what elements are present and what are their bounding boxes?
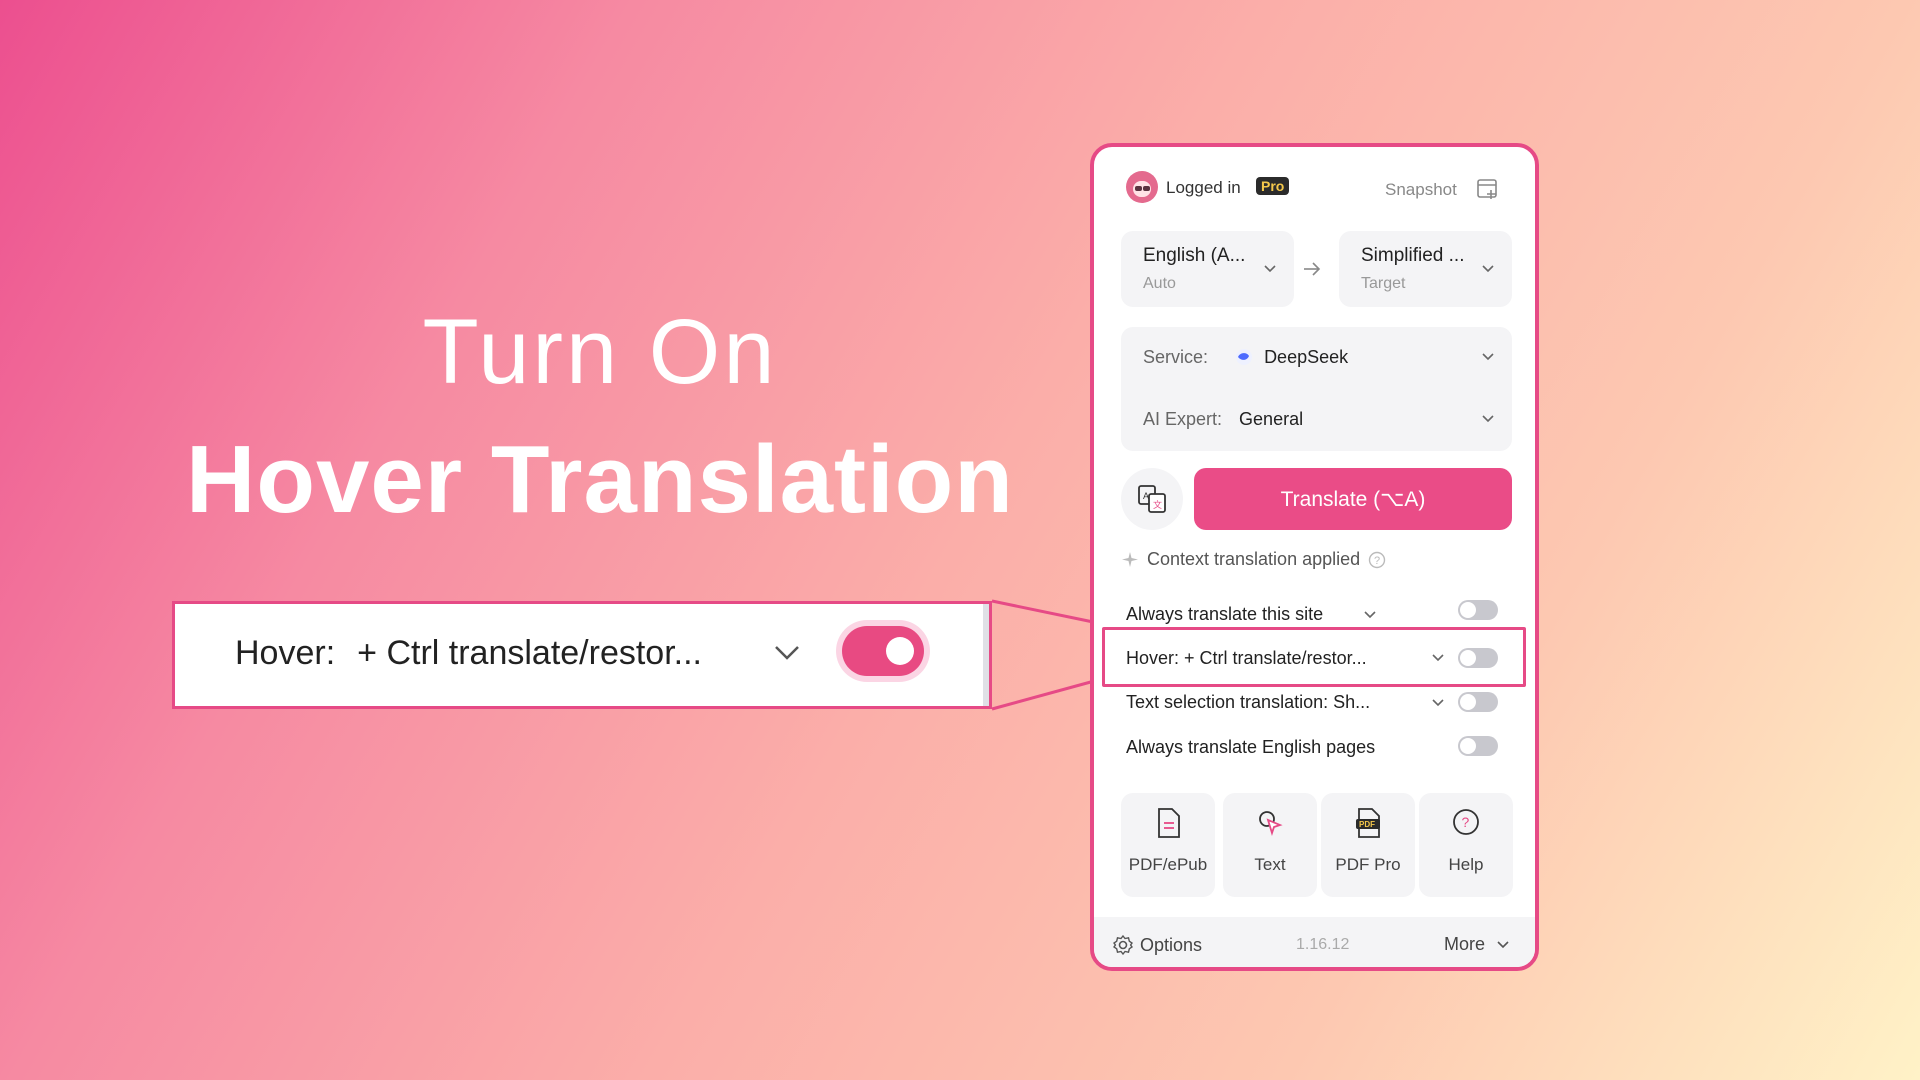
popup-footer: Options 1.16.12 More — [1094, 917, 1535, 967]
zoom-hover-toggle[interactable] — [842, 626, 924, 676]
toggle-always-translate-english[interactable] — [1458, 736, 1498, 756]
translate-button[interactable]: Translate (⌥A) — [1194, 468, 1512, 530]
source-language-select[interactable]: English (A... Auto — [1121, 231, 1294, 307]
tile-pdf-epub[interactable]: PDF/ePub — [1121, 793, 1215, 897]
context-translation-status: Context translation applied ? — [1121, 549, 1386, 570]
chevron-down-icon — [1497, 940, 1509, 948]
hover-option-zoom-callout: Hover: + Ctrl translate/restor... — [172, 601, 992, 709]
tile-text[interactable]: Text — [1223, 793, 1317, 897]
zoom-hover-label: Hover: + Ctrl translate/restor... — [235, 634, 702, 672]
input-translate-button[interactable]: A 文 — [1121, 468, 1183, 530]
translator-popup: Logged in Pro Snapshot English (A... Aut… — [1090, 143, 1539, 971]
pdf-pro-icon: PDF — [1356, 808, 1380, 838]
question-circle-icon[interactable]: ? — [1368, 551, 1386, 569]
translate-icon: A 文 — [1138, 485, 1166, 513]
toggle-always-translate-site[interactable] — [1458, 600, 1498, 620]
chevron-down-icon — [1264, 265, 1276, 273]
pro-badge: Pro — [1256, 177, 1290, 195]
more-menu-button[interactable]: More — [1444, 934, 1511, 955]
snapshot-button[interactable]: Snapshot — [1385, 180, 1457, 200]
option-always-translate-site: Always translate this site — [1126, 604, 1324, 624]
tile-help[interactable]: ? Help — [1419, 793, 1513, 897]
hover-option-highlight — [1102, 627, 1526, 687]
svg-text:?: ? — [1374, 555, 1380, 567]
chevron-down-icon[interactable] — [1362, 607, 1378, 623]
deepseek-icon — [1236, 349, 1253, 365]
callout-connectors — [991, 599, 1099, 711]
svg-text:A: A — [1143, 491, 1149, 501]
toggle-text-selection-translation[interactable] — [1458, 692, 1498, 712]
service-select[interactable]: Service: DeepSeek — [1143, 347, 1348, 368]
chevron-down-icon[interactable] — [1480, 411, 1496, 427]
target-language-select[interactable]: Simplified ... Target — [1339, 231, 1512, 307]
help-icon: ? — [1453, 809, 1479, 835]
arrow-right-icon[interactable] — [1302, 259, 1322, 279]
sparkle-icon — [1122, 551, 1138, 567]
version-label: 1.16.12 — [1296, 936, 1350, 953]
avatar[interactable] — [1126, 171, 1158, 203]
gear-icon — [1113, 934, 1133, 956]
svg-text:文: 文 — [1153, 499, 1162, 510]
ai-expert-select[interactable]: AI Expert: General — [1143, 409, 1303, 430]
document-icon — [1158, 808, 1180, 838]
service-panel: Service: DeepSeek AI Expert: General — [1121, 327, 1512, 451]
tile-pdf-pro[interactable]: PDF PDF Pro — [1321, 793, 1415, 897]
option-text-selection-translation: Text selection translation: Sh... — [1126, 692, 1371, 712]
zoom-hover-value: + Ctrl translate/restor... — [357, 634, 702, 672]
chevron-down-icon — [1482, 265, 1494, 273]
chevron-down-icon[interactable] — [1480, 349, 1496, 365]
chevron-down-icon[interactable] — [1430, 695, 1446, 711]
option-always-translate-english: Always translate English pages — [1126, 737, 1376, 757]
cursor-icon — [1259, 811, 1283, 836]
svg-text:PDF: PDF — [1359, 820, 1375, 829]
svg-text:?: ? — [1462, 814, 1470, 830]
options-button[interactable]: Options — [1112, 934, 1202, 956]
login-status: Logged in — [1166, 178, 1241, 197]
snapshot-icon[interactable] — [1476, 177, 1500, 201]
chevron-down-icon[interactable] — [773, 638, 801, 666]
